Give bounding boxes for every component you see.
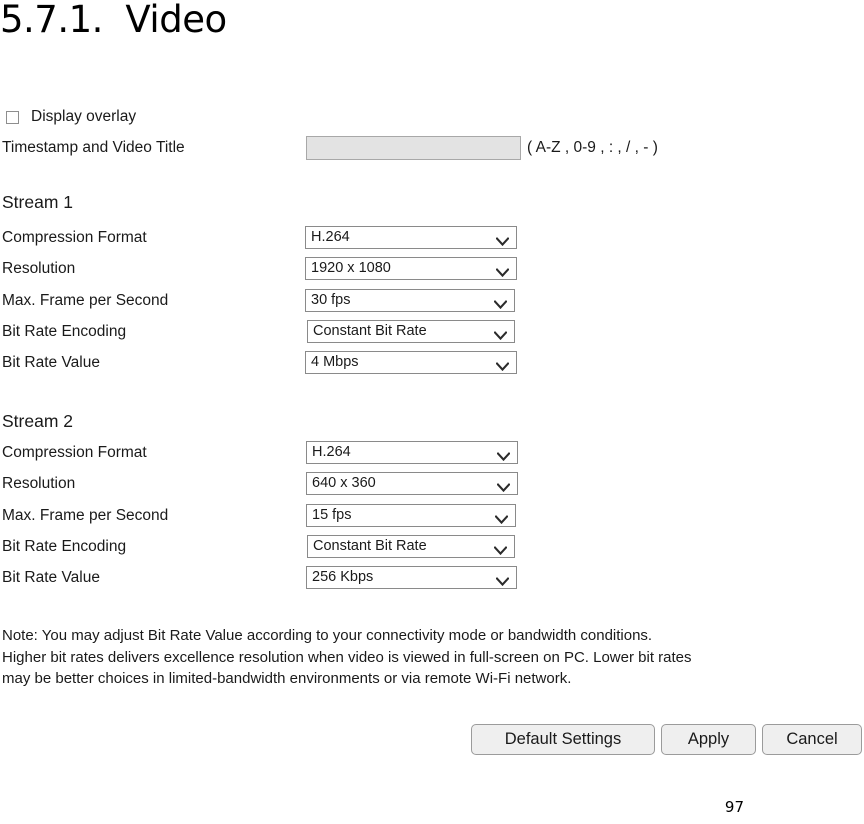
page-number: 97: [724, 798, 744, 816]
bitrate-note-text: Note: You may adjust Bit Rate Value acco…: [2, 627, 692, 687]
stream-2-bitrate-value-label: Bit Rate Value: [2, 569, 100, 586]
apply-button[interactable]: Apply: [661, 724, 756, 755]
default-settings-button[interactable]: Default Settings: [471, 724, 655, 755]
display-overlay-checkbox[interactable]: [6, 110, 19, 124]
chevron-down-icon: [493, 296, 508, 309]
stream-2-resolution-label: Resolution: [2, 475, 76, 492]
stream-1-compression-format-value: H.264: [311, 229, 350, 246]
stream-1-resolution-value: 1920 x 1080: [311, 260, 391, 277]
chevron-down-icon: [496, 479, 511, 492]
display-overlay-label: Display overlay: [31, 108, 137, 125]
stream-2-bitrate-value-select[interactable]: 256 Kbps: [306, 566, 517, 589]
stream-2-bitrate-value-value: 256 Kbps: [312, 569, 374, 586]
chevron-down-icon: [495, 233, 510, 246]
stream-2-max-fps-select[interactable]: 15 fps: [306, 504, 516, 527]
stream-1-bitrate-value-label: Bit Rate Value: [2, 354, 100, 371]
stream-2-bitrate-encoding-select[interactable]: Constant Bit Rate: [307, 535, 515, 558]
chevron-down-icon: [494, 511, 509, 524]
stream-2-bitrate-encoding-value: Constant Bit Rate: [313, 538, 427, 555]
stream-1-bitrate-encoding-select[interactable]: Constant Bit Rate: [307, 320, 515, 343]
page-title: 5.7.1. Video: [0, 0, 227, 41]
timestamp-charset-hint: ( A-Z , 0-9 , : , / , - ): [527, 139, 658, 156]
stream-1-heading: Stream 1: [2, 192, 73, 212]
stream-1-bitrate-value-select[interactable]: 4 Mbps: [305, 351, 517, 374]
stream-1-max-fps-label: Max. Frame per Second: [2, 292, 169, 309]
chevron-down-icon: [495, 358, 510, 371]
stream-2-bitrate-encoding-label: Bit Rate Encoding: [2, 538, 127, 555]
timestamp-label: Timestamp and Video Title: [2, 139, 185, 156]
stream-2-max-fps-value: 15 fps: [312, 507, 352, 524]
chevron-down-icon: [495, 264, 510, 277]
stream-2-heading: Stream 2: [2, 411, 73, 431]
chevron-down-icon: [495, 573, 510, 586]
stream-2-compression-format-value: H.264: [312, 444, 351, 461]
chevron-down-icon: [493, 542, 508, 555]
stream-2-compression-format-select[interactable]: H.264: [306, 441, 518, 464]
stream-1-max-fps-select[interactable]: 30 fps: [305, 289, 515, 312]
stream-1-bitrate-encoding-value: Constant Bit Rate: [313, 323, 427, 340]
stream-1-compression-format-select[interactable]: H.264: [305, 226, 517, 249]
stream-1-resolution-select[interactable]: 1920 x 1080: [305, 257, 517, 280]
stream-2-resolution-value: 640 x 360: [312, 475, 376, 492]
stream-1-max-fps-value: 30 fps: [311, 292, 351, 309]
stream-1-compression-format-label: Compression Format: [2, 229, 147, 246]
stream-2-resolution-select[interactable]: 640 x 360: [306, 472, 518, 495]
stream-2-compression-format-label: Compression Format: [2, 444, 147, 461]
display-overlay-checkbox-row[interactable]: Display overlay: [6, 108, 136, 126]
timestamp-input[interactable]: [306, 136, 521, 160]
cancel-button[interactable]: Cancel: [762, 724, 862, 755]
chevron-down-icon: [496, 448, 511, 461]
stream-1-bitrate-value-value: 4 Mbps: [311, 354, 359, 371]
stream-1-bitrate-encoding-label: Bit Rate Encoding: [2, 323, 127, 340]
stream-1-resolution-label: Resolution: [2, 260, 76, 277]
chevron-down-icon: [493, 327, 508, 340]
stream-2-max-fps-label: Max. Frame per Second: [2, 507, 169, 524]
